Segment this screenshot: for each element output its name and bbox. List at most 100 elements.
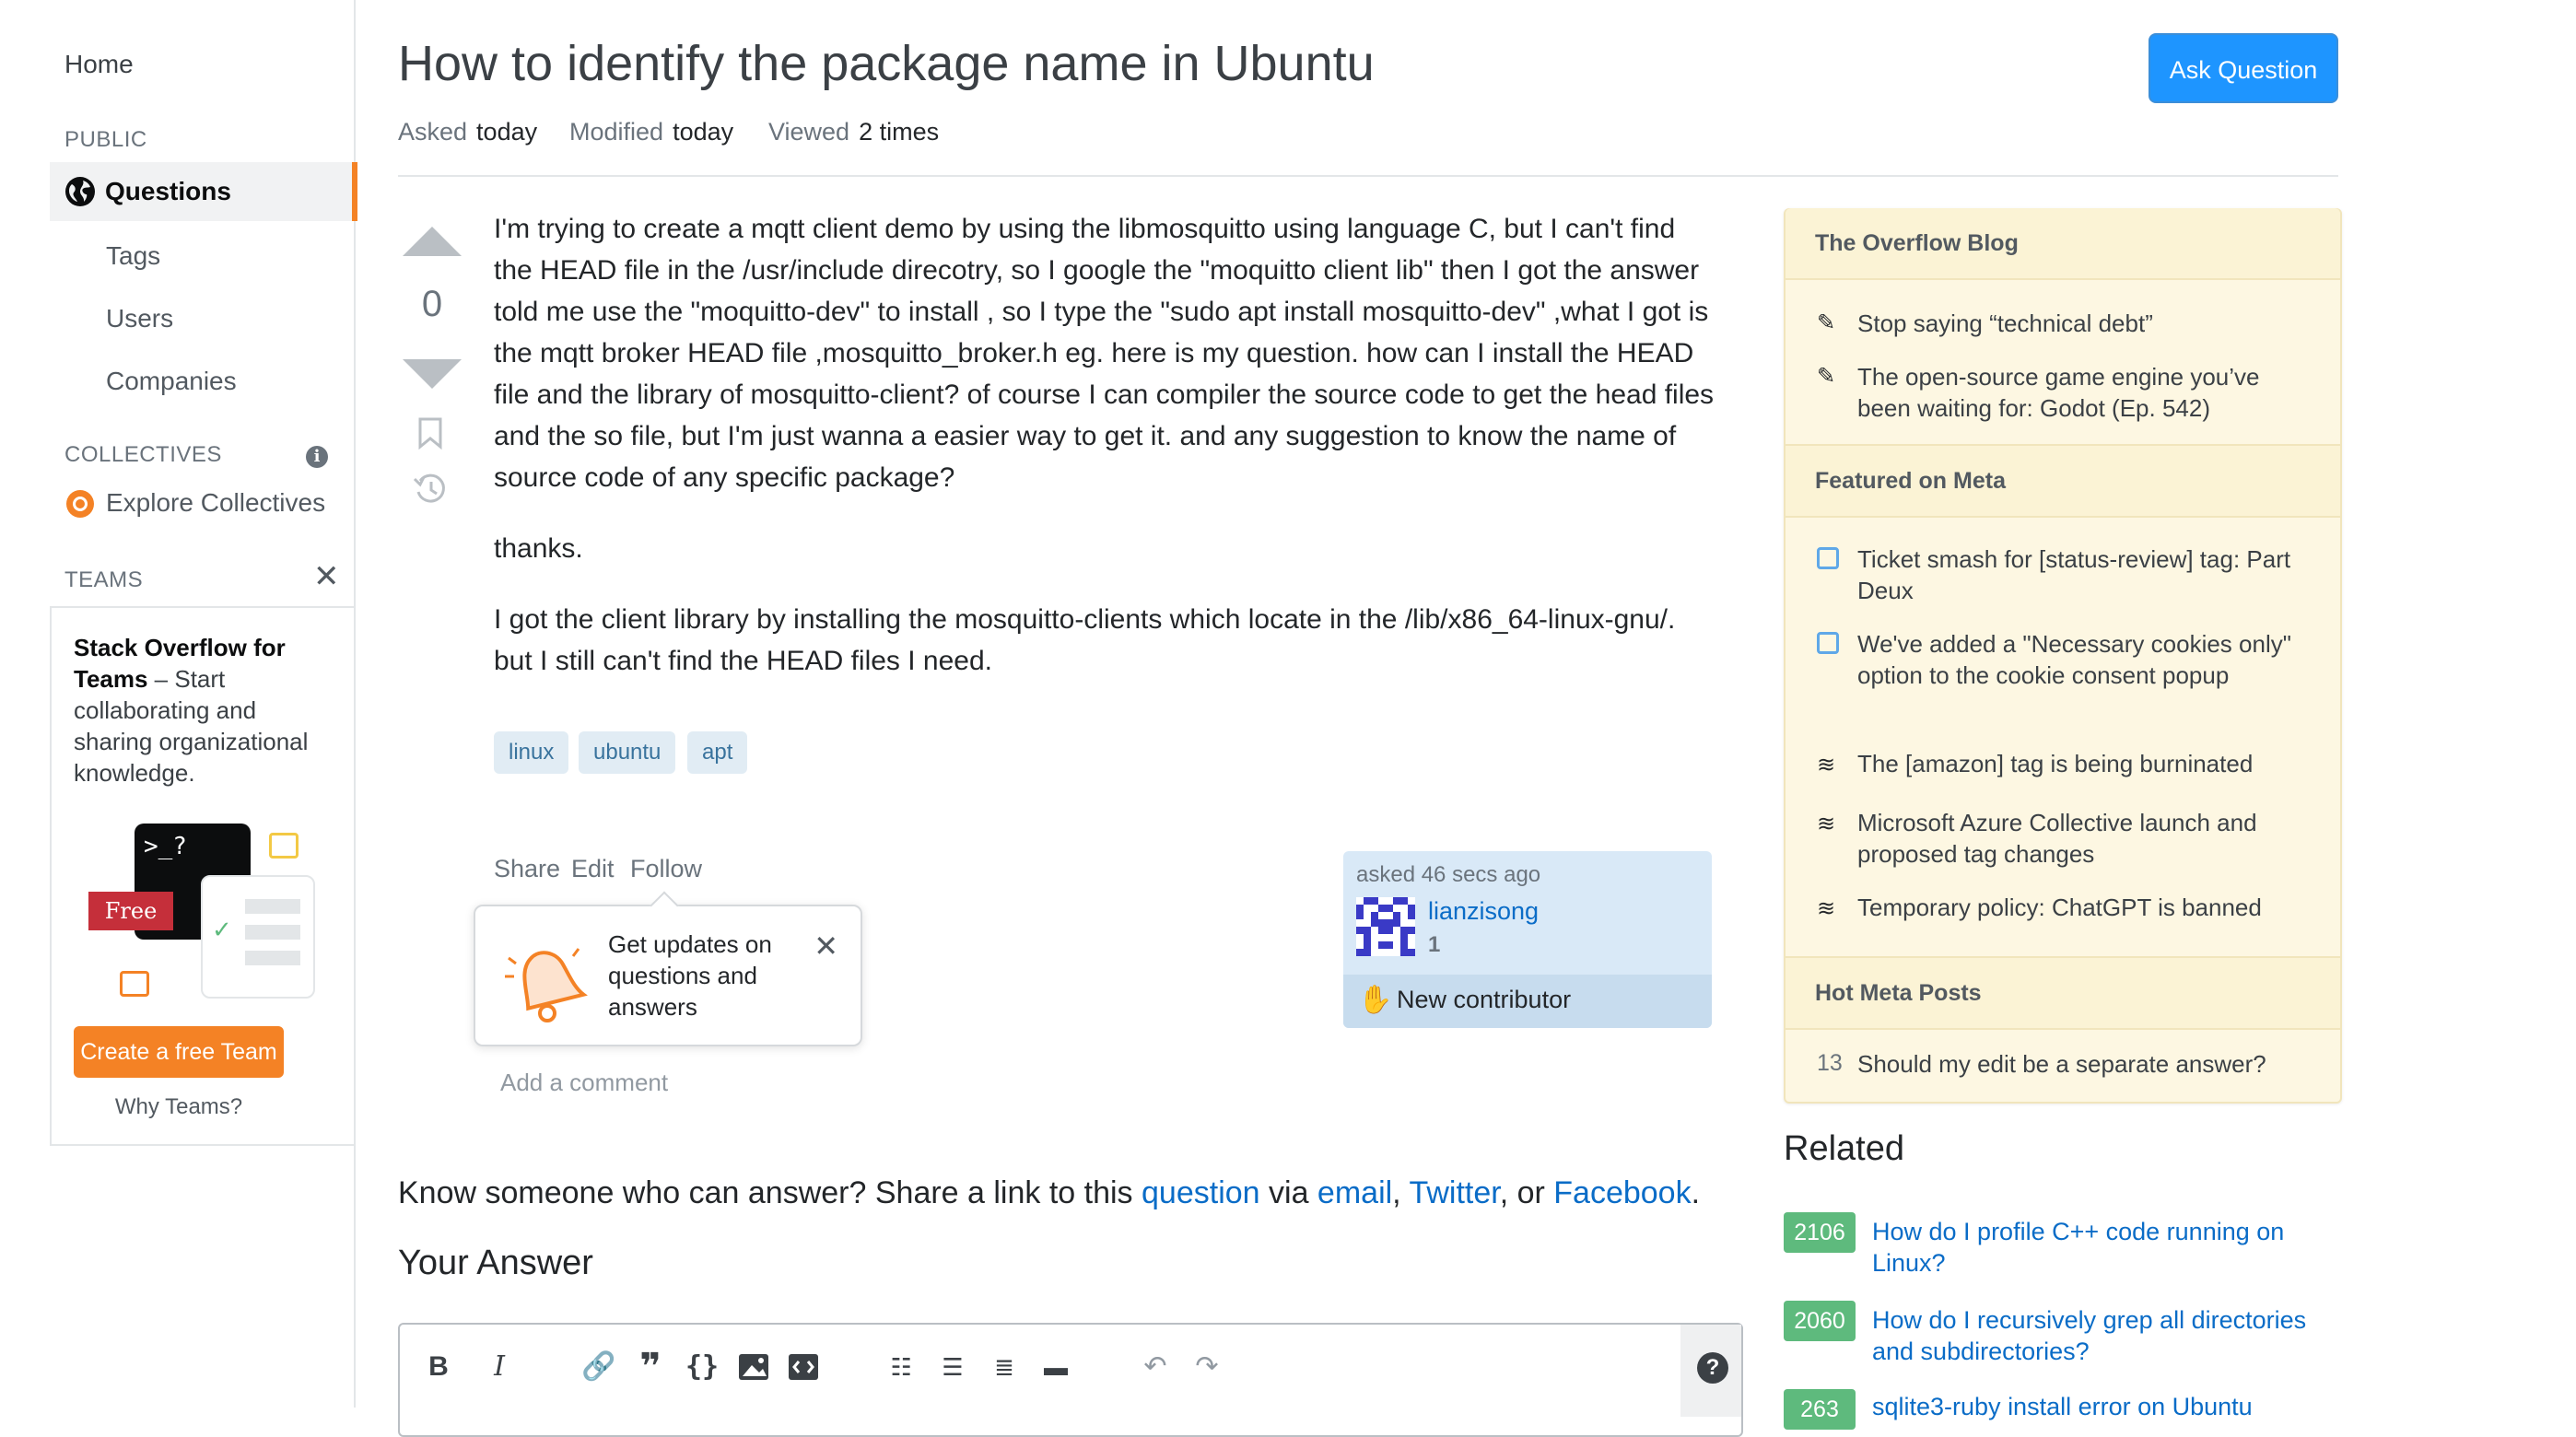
nav-questions[interactable]: Questions bbox=[50, 162, 357, 221]
stack-exchange-icon: ≋ bbox=[1817, 896, 1836, 921]
asked-meta: Asked today bbox=[398, 118, 538, 146]
teams-promo-text: Stack Overflow for Teams – Start collabo… bbox=[74, 634, 309, 787]
new-contributor-badge: ✋ New contributor bbox=[1343, 975, 1712, 1028]
related-score: 2060 bbox=[1784, 1301, 1856, 1341]
hot-post-count: 13 bbox=[1817, 1050, 1843, 1076]
why-teams-link[interactable]: Why Teams? bbox=[74, 1094, 284, 1120]
facebook-link[interactable]: Facebook bbox=[1553, 1175, 1691, 1210]
checklist-icon: ✓ bbox=[201, 875, 315, 999]
related-score: 2106 bbox=[1784, 1212, 1856, 1253]
stack-exchange-icon: ≋ bbox=[1817, 812, 1836, 836]
username-link[interactable]: lianzisong bbox=[1428, 897, 1539, 926]
left-sidebar: Home PUBLIC Questions Tags Users Compani… bbox=[0, 0, 357, 1408]
nav-home[interactable]: Home bbox=[64, 50, 134, 79]
close-icon[interactable]: ✕ bbox=[313, 558, 340, 595]
create-free-team-button[interactable]: Create a free Team bbox=[74, 1026, 284, 1078]
question-link[interactable]: question bbox=[1142, 1175, 1260, 1210]
bookmark-icon[interactable] bbox=[416, 416, 444, 450]
quote-icon[interactable]: ❞ bbox=[632, 1349, 669, 1385]
question-title[interactable]: How to identify the package name in Ubun… bbox=[398, 35, 1375, 92]
question-body: I'm trying to create a mqtt client demo … bbox=[494, 208, 1719, 711]
sidebar-widget: The Overflow Blog ✎ Stop saying “technic… bbox=[1784, 208, 2342, 1104]
follow-popover: Get updates on questions and answers ✕ bbox=[474, 891, 862, 1046]
upvote-icon[interactable] bbox=[403, 227, 462, 256]
info-icon[interactable]: i bbox=[306, 446, 328, 468]
reputation: 1 bbox=[1428, 932, 1441, 957]
viewed-meta: Viewed 2 times bbox=[768, 118, 940, 146]
nav-users[interactable]: Users bbox=[106, 304, 173, 333]
body-paragraph: I got the client library by installing t… bbox=[494, 604, 1676, 676]
email-link[interactable]: email bbox=[1317, 1175, 1392, 1210]
nav-heading-collectives: COLLECTIVES bbox=[64, 442, 222, 467]
close-icon[interactable]: ✕ bbox=[814, 929, 838, 964]
globe-icon bbox=[65, 177, 95, 206]
heading-icon[interactable]: ≣ bbox=[986, 1349, 1023, 1385]
teams-promo-card: Stack Overflow for Teams – Start collabo… bbox=[50, 606, 354, 1146]
ask-question-button[interactable]: Ask Question bbox=[2149, 33, 2338, 103]
twitter-link[interactable]: Twitter bbox=[1409, 1175, 1499, 1210]
meta-item[interactable]: Ticket smash for [status-review] tag: Pa… bbox=[1857, 543, 2318, 606]
tag-apt[interactable]: apt bbox=[687, 731, 748, 774]
meta-heading: Featured on Meta bbox=[1786, 444, 2340, 518]
horizontal-rule-icon[interactable]: ▬ bbox=[1037, 1349, 1074, 1385]
avatar[interactable] bbox=[1356, 897, 1415, 956]
related-link[interactable]: How do I recursively grep all directorie… bbox=[1872, 1304, 2333, 1367]
related-link[interactable]: sqlite3-ruby install error on Ubuntu bbox=[1872, 1391, 2333, 1422]
blog-item[interactable]: Stop saying “technical debt” bbox=[1857, 308, 2318, 339]
body-paragraph: thanks. bbox=[494, 533, 583, 564]
downvote-icon[interactable] bbox=[403, 359, 462, 389]
answer-editor[interactable]: B I 🔗 ❞ {} ☷ ☰ ≣ ▬ ↶ ↷ ? bbox=[398, 1323, 1743, 1437]
chat-bubble-icon bbox=[269, 833, 299, 859]
history-icon[interactable] bbox=[411, 470, 450, 508]
tag-linux[interactable]: linux bbox=[494, 731, 569, 774]
follow-popover-text: Get updates on questions and answers bbox=[608, 930, 772, 1021]
your-answer-heading: Your Answer bbox=[398, 1244, 593, 1282]
blog-heading: The Overflow Blog bbox=[1786, 208, 2340, 280]
chat-bubble-icon bbox=[1817, 632, 1839, 654]
modified-meta: Modified today bbox=[569, 118, 734, 146]
meta-item[interactable]: Microsoft Azure Collective launch and pr… bbox=[1857, 807, 2318, 870]
nav-companies[interactable]: Companies bbox=[106, 367, 237, 396]
snippet-icon[interactable] bbox=[785, 1349, 822, 1385]
pencil-icon: ✎ bbox=[1817, 364, 1836, 389]
edit-link[interactable]: Edit bbox=[571, 855, 615, 883]
italic-icon[interactable]: I bbox=[481, 1349, 518, 1385]
related-link[interactable]: How do I profile C++ code running on Lin… bbox=[1872, 1216, 2333, 1279]
code-icon[interactable]: {} bbox=[684, 1349, 720, 1385]
add-comment-link[interactable]: Add a comment bbox=[500, 1069, 668, 1097]
teams-illustration: >_? ✓ Free bbox=[88, 824, 319, 1008]
body-paragraph: I'm trying to create a mqtt client demo … bbox=[494, 214, 1715, 493]
user-card: asked 46 secs ago lianzisong 1 ✋ New con… bbox=[1343, 851, 1712, 1028]
bell-icon bbox=[505, 948, 588, 1022]
nav-questions-label: Questions bbox=[105, 177, 231, 205]
nav-explore-collectives[interactable]: Explore Collectives bbox=[106, 488, 325, 518]
meta-item[interactable]: The [amazon] tag is being burninated bbox=[1857, 748, 2318, 779]
asked-time: asked 46 secs ago bbox=[1356, 862, 1541, 887]
meta-item[interactable]: Temporary policy: ChatGPT is banned bbox=[1857, 892, 2318, 923]
ordered-list-icon[interactable]: ☷ bbox=[883, 1349, 919, 1385]
nav-tags[interactable]: Tags bbox=[106, 241, 160, 271]
meta-item[interactable]: We've added a "Necessary cookies only" o… bbox=[1857, 628, 2318, 691]
chat-bubble-icon bbox=[120, 971, 149, 997]
related-heading: Related bbox=[1784, 1129, 1904, 1168]
nav-heading-public: PUBLIC bbox=[64, 127, 147, 152]
share-link[interactable]: Share bbox=[494, 855, 560, 883]
image-icon[interactable] bbox=[735, 1349, 772, 1385]
hot-post-item[interactable]: Should my edit be a separate answer? bbox=[1857, 1048, 2318, 1080]
tag-ubuntu[interactable]: ubuntu bbox=[579, 731, 676, 774]
help-icon[interactable]: ? bbox=[1697, 1352, 1728, 1384]
pencil-icon: ✎ bbox=[1817, 310, 1836, 335]
share-prompt: Know someone who can answer? Share a lin… bbox=[398, 1175, 1701, 1210]
hot-meta-heading: Hot Meta Posts bbox=[1786, 956, 2340, 1030]
vote-count: 0 bbox=[421, 284, 443, 324]
nav-heading-teams: TEAMS bbox=[64, 567, 144, 592]
redo-icon[interactable]: ↷ bbox=[1188, 1349, 1225, 1385]
wave-icon: ✋ bbox=[1358, 985, 1393, 1015]
header-divider bbox=[398, 175, 2338, 177]
blog-item[interactable]: The open-source game engine you’ve been … bbox=[1857, 361, 2318, 424]
bold-icon[interactable]: B bbox=[420, 1349, 457, 1385]
unordered-list-icon[interactable]: ☰ bbox=[934, 1349, 971, 1385]
follow-link[interactable]: Follow bbox=[630, 855, 702, 883]
link-icon[interactable]: 🔗 bbox=[580, 1349, 617, 1385]
undo-icon[interactable]: ↶ bbox=[1137, 1349, 1174, 1385]
